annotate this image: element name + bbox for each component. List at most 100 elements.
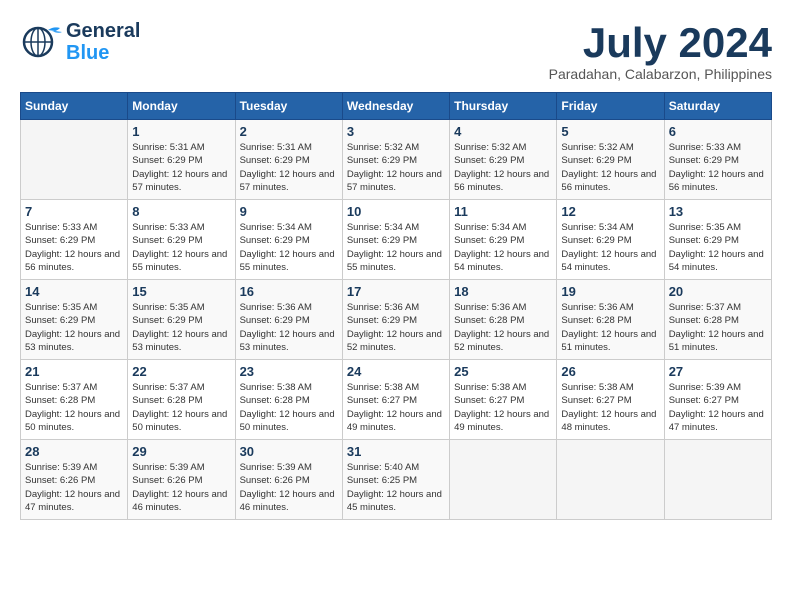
day-number: 31	[347, 444, 445, 459]
day-number: 30	[240, 444, 338, 459]
day-info: Sunrise: 5:34 AM Sunset: 6:29 PM Dayligh…	[454, 221, 552, 274]
day-info: Sunrise: 5:36 AM Sunset: 6:29 PM Dayligh…	[240, 301, 338, 354]
month-title: July 2024	[549, 20, 772, 66]
weekday-header-wednesday: Wednesday	[342, 93, 449, 120]
day-info: Sunrise: 5:38 AM Sunset: 6:27 PM Dayligh…	[347, 381, 445, 434]
calendar-cell: 14 Sunrise: 5:35 AM Sunset: 6:29 PM Dayli…	[21, 280, 128, 360]
day-number: 5	[561, 124, 659, 139]
weekday-header-row: SundayMondayTuesdayWednesdayThursdayFrid…	[21, 93, 772, 120]
calendar-week-5: 28 Sunrise: 5:39 AM Sunset: 6:26 PM Dayli…	[21, 440, 772, 520]
day-info: Sunrise: 5:34 AM Sunset: 6:29 PM Dayligh…	[561, 221, 659, 274]
day-info: Sunrise: 5:33 AM Sunset: 6:29 PM Dayligh…	[132, 221, 230, 274]
day-info: Sunrise: 5:33 AM Sunset: 6:29 PM Dayligh…	[669, 141, 767, 194]
day-info: Sunrise: 5:37 AM Sunset: 6:28 PM Dayligh…	[132, 381, 230, 434]
day-number: 29	[132, 444, 230, 459]
day-number: 19	[561, 284, 659, 299]
day-info: Sunrise: 5:39 AM Sunset: 6:26 PM Dayligh…	[132, 461, 230, 514]
day-info: Sunrise: 5:35 AM Sunset: 6:29 PM Dayligh…	[669, 221, 767, 274]
calendar-week-2: 7 Sunrise: 5:33 AM Sunset: 6:29 PM Daylig…	[21, 200, 772, 280]
calendar-week-4: 21 Sunrise: 5:37 AM Sunset: 6:28 PM Dayli…	[21, 360, 772, 440]
logo-icon	[20, 20, 64, 64]
day-info: Sunrise: 5:32 AM Sunset: 6:29 PM Dayligh…	[347, 141, 445, 194]
calendar-cell: 7Sunrise: 5:33 AM Sunset: 6:29 PM Daylig…	[21, 200, 128, 280]
calendar-cell: 13Sunrise: 5:35 AM Sunset: 6:29 PM Dayli…	[664, 200, 771, 280]
calendar-cell: 6 Sunrise: 5:33 AM Sunset: 6:29 PM Daylig…	[664, 120, 771, 200]
day-info: Sunrise: 5:34 AM Sunset: 6:29 PM Dayligh…	[240, 221, 338, 274]
day-info: Sunrise: 5:34 AM Sunset: 6:29 PM Dayligh…	[347, 221, 445, 274]
calendar-cell: 2 Sunrise: 5:31 AM Sunset: 6:29 PM Daylig…	[235, 120, 342, 200]
day-number: 1	[132, 124, 230, 139]
day-info: Sunrise: 5:38 AM Sunset: 6:28 PM Dayligh…	[240, 381, 338, 434]
calendar-week-3: 14 Sunrise: 5:35 AM Sunset: 6:29 PM Dayli…	[21, 280, 772, 360]
day-number: 21	[25, 364, 123, 379]
day-info: Sunrise: 5:36 AM Sunset: 6:29 PM Dayligh…	[347, 301, 445, 354]
logo-blue: Blue	[66, 42, 140, 64]
location: Paradahan, Calabarzon, Philippines	[549, 66, 772, 82]
day-number: 26	[561, 364, 659, 379]
day-info: Sunrise: 5:40 AM Sunset: 6:25 PM Dayligh…	[347, 461, 445, 514]
calendar-cell: 16 Sunrise: 5:36 AM Sunset: 6:29 PM Dayli…	[235, 280, 342, 360]
calendar-cell: 5 Sunrise: 5:32 AM Sunset: 6:29 PM Daylig…	[557, 120, 664, 200]
logo-general: General	[66, 20, 140, 42]
calendar-cell: 31 Sunrise: 5:40 AM Sunset: 6:25 PM Dayli…	[342, 440, 449, 520]
day-info: Sunrise: 5:35 AM Sunset: 6:29 PM Dayligh…	[132, 301, 230, 354]
day-info: Sunrise: 5:37 AM Sunset: 6:28 PM Dayligh…	[669, 301, 767, 354]
day-number: 20	[669, 284, 767, 299]
weekday-header-sunday: Sunday	[21, 93, 128, 120]
weekday-header-thursday: Thursday	[450, 93, 557, 120]
day-number: 16	[240, 284, 338, 299]
day-info: Sunrise: 5:38 AM Sunset: 6:27 PM Dayligh…	[561, 381, 659, 434]
day-number: 4	[454, 124, 552, 139]
calendar-cell: 9 Sunrise: 5:34 AM Sunset: 6:29 PM Daylig…	[235, 200, 342, 280]
calendar-cell: 29 Sunrise: 5:39 AM Sunset: 6:26 PM Dayli…	[128, 440, 235, 520]
logo: General Blue	[20, 20, 140, 64]
day-number: 8	[132, 204, 230, 219]
day-number: 24	[347, 364, 445, 379]
day-number: 2	[240, 124, 338, 139]
day-info: Sunrise: 5:38 AM Sunset: 6:27 PM Dayligh…	[454, 381, 552, 434]
day-number: 18	[454, 284, 552, 299]
day-number: 7	[25, 204, 123, 219]
day-number: 12	[561, 204, 659, 219]
day-number: 6	[669, 124, 767, 139]
day-info: Sunrise: 5:36 AM Sunset: 6:28 PM Dayligh…	[561, 301, 659, 354]
calendar-cell: 26 Sunrise: 5:38 AM Sunset: 6:27 PM Dayli…	[557, 360, 664, 440]
calendar-cell: 27Sunrise: 5:39 AM Sunset: 6:27 PM Dayli…	[664, 360, 771, 440]
day-number: 22	[132, 364, 230, 379]
weekday-header-tuesday: Tuesday	[235, 93, 342, 120]
calendar-cell: 28 Sunrise: 5:39 AM Sunset: 6:26 PM Dayli…	[21, 440, 128, 520]
calendar-cell: 22 Sunrise: 5:37 AM Sunset: 6:28 PM Dayli…	[128, 360, 235, 440]
day-info: Sunrise: 5:39 AM Sunset: 6:26 PM Dayligh…	[25, 461, 123, 514]
day-info: Sunrise: 5:32 AM Sunset: 6:29 PM Dayligh…	[561, 141, 659, 194]
calendar-table: SundayMondayTuesdayWednesdayThursdayFrid…	[20, 92, 772, 520]
day-number: 25	[454, 364, 552, 379]
day-info: Sunrise: 5:31 AM Sunset: 6:29 PM Dayligh…	[240, 141, 338, 194]
day-number: 23	[240, 364, 338, 379]
weekday-header-monday: Monday	[128, 93, 235, 120]
day-number: 9	[240, 204, 338, 219]
calendar-cell	[21, 120, 128, 200]
calendar-cell: 18Sunrise: 5:36 AM Sunset: 6:28 PM Dayli…	[450, 280, 557, 360]
calendar-cell: 20 Sunrise: 5:37 AM Sunset: 6:28 PM Dayli…	[664, 280, 771, 360]
calendar-cell: 3Sunrise: 5:32 AM Sunset: 6:29 PM Daylig…	[342, 120, 449, 200]
calendar-cell: 12 Sunrise: 5:34 AM Sunset: 6:29 PM Dayli…	[557, 200, 664, 280]
calendar-cell: 17Sunrise: 5:36 AM Sunset: 6:29 PM Dayli…	[342, 280, 449, 360]
weekday-header-saturday: Saturday	[664, 93, 771, 120]
calendar-cell: 19 Sunrise: 5:36 AM Sunset: 6:28 PM Dayli…	[557, 280, 664, 360]
calendar-cell: 4 Sunrise: 5:32 AM Sunset: 6:29 PM Daylig…	[450, 120, 557, 200]
calendar-cell: 24 Sunrise: 5:38 AM Sunset: 6:27 PM Dayli…	[342, 360, 449, 440]
day-info: Sunrise: 5:35 AM Sunset: 6:29 PM Dayligh…	[25, 301, 123, 354]
calendar-cell: 23 Sunrise: 5:38 AM Sunset: 6:28 PM Dayli…	[235, 360, 342, 440]
day-info: Sunrise: 5:31 AM Sunset: 6:29 PM Dayligh…	[132, 141, 230, 194]
calendar-week-1: 1 Sunrise: 5:31 AM Sunset: 6:29 PM Daylig…	[21, 120, 772, 200]
calendar-cell: 15Sunrise: 5:35 AM Sunset: 6:29 PM Dayli…	[128, 280, 235, 360]
calendar-cell: 30Sunrise: 5:39 AM Sunset: 6:26 PM Dayli…	[235, 440, 342, 520]
weekday-header-friday: Friday	[557, 93, 664, 120]
day-number: 14	[25, 284, 123, 299]
calendar-cell: 1 Sunrise: 5:31 AM Sunset: 6:29 PM Daylig…	[128, 120, 235, 200]
calendar-cell: 25 Sunrise: 5:38 AM Sunset: 6:27 PM Dayli…	[450, 360, 557, 440]
page-header: General Blue July 2024 Paradahan, Calaba…	[20, 20, 772, 82]
day-number: 27	[669, 364, 767, 379]
day-info: Sunrise: 5:32 AM Sunset: 6:29 PM Dayligh…	[454, 141, 552, 194]
day-number: 28	[25, 444, 123, 459]
